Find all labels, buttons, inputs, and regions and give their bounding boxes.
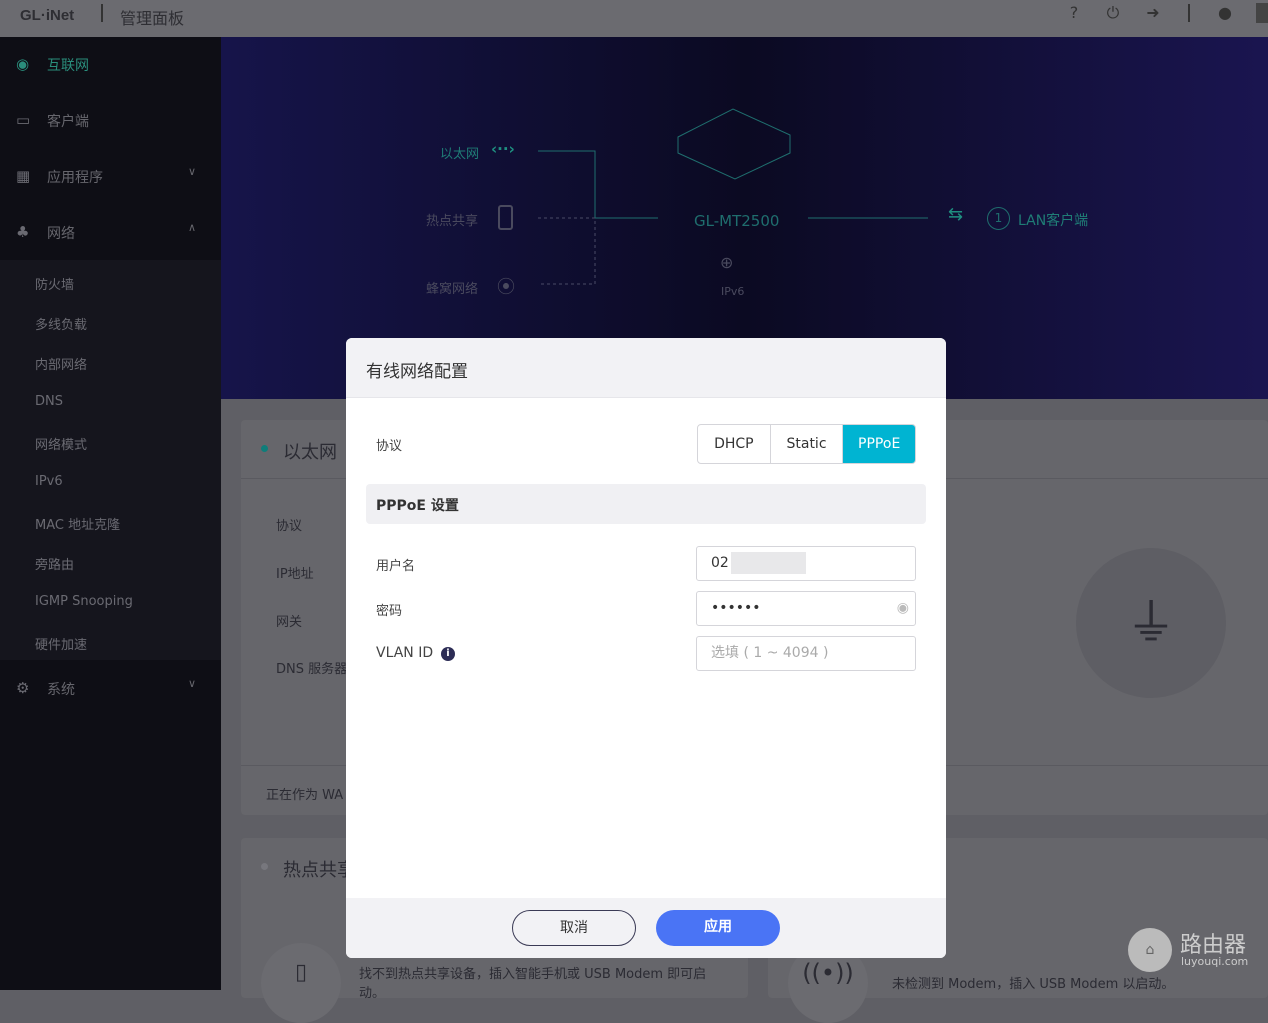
password-input[interactable]: •••••• ◉ xyxy=(696,591,916,626)
card-title: 以太网 xyxy=(283,442,337,463)
submenu-network-mode[interactable]: 网络模式 xyxy=(35,434,87,453)
watermark-logo-icon: ⌂ xyxy=(1128,928,1172,972)
watermark-url: luyouqi.com xyxy=(1181,955,1249,968)
protocol-label: 协议 xyxy=(376,439,403,454)
phone-icon xyxy=(498,205,513,230)
username-input[interactable]: 02 xyxy=(696,546,916,581)
chevron-down-icon: ∨ xyxy=(188,677,197,690)
device-name: GL-MT2500 xyxy=(694,212,780,230)
logo: GL·iNet xyxy=(20,7,75,24)
info-icon[interactable]: i xyxy=(441,647,455,661)
vlan-label: VLAN ID xyxy=(376,645,434,661)
hotspot-text: 找不到热点共享设备，插入智能手机或 USB Modem 即可启动。 xyxy=(359,967,707,1001)
password-value: •••••• xyxy=(711,600,761,616)
sidebar-item-clients[interactable]: ▭ 客户端 xyxy=(0,93,221,149)
cancel-button[interactable]: 取消 xyxy=(512,910,636,946)
status-dot xyxy=(261,863,268,870)
globe-icon: ◉ xyxy=(16,55,30,73)
sidebar-item-apps[interactable]: ▦ 应用程序 ∨ xyxy=(0,149,221,205)
help-icon[interactable]: ? xyxy=(1065,4,1083,22)
sidebar-item-system[interactable]: ⚙ 系统 ∨ xyxy=(0,661,221,717)
network-submenu: 防火墙 多线负载 内部网络 DNS 网络模式 IPv6 MAC 地址克隆 旁路由… xyxy=(0,260,221,660)
dialog-title: 有线网络配置 xyxy=(366,362,468,382)
protocol-selector: DHCP Static PPPoE xyxy=(697,424,916,464)
language-icon[interactable] xyxy=(1256,3,1268,23)
wired-config-dialog: 有线网络配置 协议 DHCP Static PPPoE PPPoE 设置 用户名… xyxy=(346,338,946,958)
submenu-bypass[interactable]: 旁路由 xyxy=(35,554,74,573)
apply-button[interactable]: 应用 xyxy=(656,910,780,946)
vlan-placeholder: 选填 ( 1 ~ 4094 ) xyxy=(711,645,829,661)
ethernet-icon: ‹··› xyxy=(491,140,515,158)
lan-icon: ⇆ xyxy=(948,204,964,225)
card-footer: 正在作为 WA xyxy=(266,788,344,803)
eye-icon[interactable]: ◉ xyxy=(897,592,909,625)
password-label: 密码 xyxy=(376,604,403,619)
ethernet-plug-icon: ⏚ xyxy=(1076,548,1226,698)
cellular-icon: ⦿ xyxy=(497,277,515,298)
ipv6-globe-icon: ⊕ xyxy=(720,253,734,272)
submenu-multiwan[interactable]: 多线负载 xyxy=(35,314,87,333)
submenu-ipv6[interactable]: IPv6 xyxy=(35,474,63,489)
sidebar-item-label: 应用程序 xyxy=(47,170,103,186)
section-title: PPPoE 设置 xyxy=(376,498,459,514)
lan-clients-link[interactable]: LAN客户端 xyxy=(1018,210,1088,230)
ethernet-label[interactable]: 以太网 xyxy=(440,143,479,162)
sidebar-item-label: 互联网 xyxy=(47,58,89,74)
power-icon[interactable]: ⏻ xyxy=(1104,4,1122,22)
submenu-mac-clone[interactable]: MAC 地址克隆 xyxy=(35,514,120,533)
top-bar: GL·iNet 管理面板 ? ⏻ ➜ ● xyxy=(0,0,1268,37)
username-value: 02 xyxy=(711,555,729,571)
divider xyxy=(1188,4,1190,22)
usb-phone-icon: ▯ xyxy=(261,943,341,1023)
sidebar-item-label: 网络 xyxy=(47,226,75,242)
username-label: 用户名 xyxy=(376,559,416,574)
chevron-up-icon: ∧ xyxy=(188,221,197,234)
sidebar-item-network[interactable]: ♣ 网络 ∧ xyxy=(0,205,221,261)
logout-icon[interactable]: ➜ xyxy=(1144,4,1162,22)
ipv6-label: IPv6 xyxy=(721,285,745,298)
chevron-down-icon: ∨ xyxy=(188,165,197,178)
sidebar-item-label: 系统 xyxy=(47,682,75,698)
row-label: 协议 xyxy=(276,519,303,534)
page-title: 管理面板 xyxy=(120,9,185,28)
row-label: 网关 xyxy=(276,615,303,630)
lan-count: 1 xyxy=(987,207,1010,230)
dialog-header: 有线网络配置 xyxy=(346,338,946,398)
card-title: 热点共享 xyxy=(283,860,355,881)
devices-icon: ▭ xyxy=(16,111,31,129)
pppoe-section-header: PPPoE 设置 xyxy=(366,484,926,524)
row-label: DNS 服务器 xyxy=(276,662,348,677)
hotspot-label[interactable]: 热点共享 xyxy=(426,210,478,229)
palette-icon[interactable]: ● xyxy=(1216,4,1234,22)
submenu-dns[interactable]: DNS xyxy=(35,394,63,409)
status-dot xyxy=(261,445,268,452)
cellular-label[interactable]: 蜂窝网络 xyxy=(426,278,478,297)
sidebar-item-internet[interactable]: ◉ 互联网 xyxy=(0,37,221,93)
divider xyxy=(101,4,103,22)
gear-icon: ⚙ xyxy=(16,679,30,697)
dialog-footer: 取消 应用 xyxy=(346,898,946,958)
submenu-hw-accel[interactable]: 硬件加速 xyxy=(35,634,87,653)
submenu-firewall[interactable]: 防火墙 xyxy=(35,274,74,293)
network-icon: ♣ xyxy=(16,223,30,241)
blurred-redaction xyxy=(730,552,806,574)
submenu-igmp[interactable]: IGMP Snooping xyxy=(35,594,133,609)
row-label: IP地址 xyxy=(276,567,314,582)
submenu-lan[interactable]: 内部网络 xyxy=(35,354,87,373)
protocol-pppoe[interactable]: PPPoE xyxy=(843,425,915,463)
apps-icon: ▦ xyxy=(16,167,31,185)
vlan-input[interactable]: 选填 ( 1 ~ 4094 ) xyxy=(696,636,916,671)
protocol-dhcp[interactable]: DHCP xyxy=(698,425,771,463)
sidebar-item-label: 客户端 xyxy=(47,114,89,130)
protocol-static[interactable]: Static xyxy=(771,425,844,463)
modem-text: 未检测到 Modem，插入 USB Modem 以启动。 xyxy=(892,977,1175,992)
